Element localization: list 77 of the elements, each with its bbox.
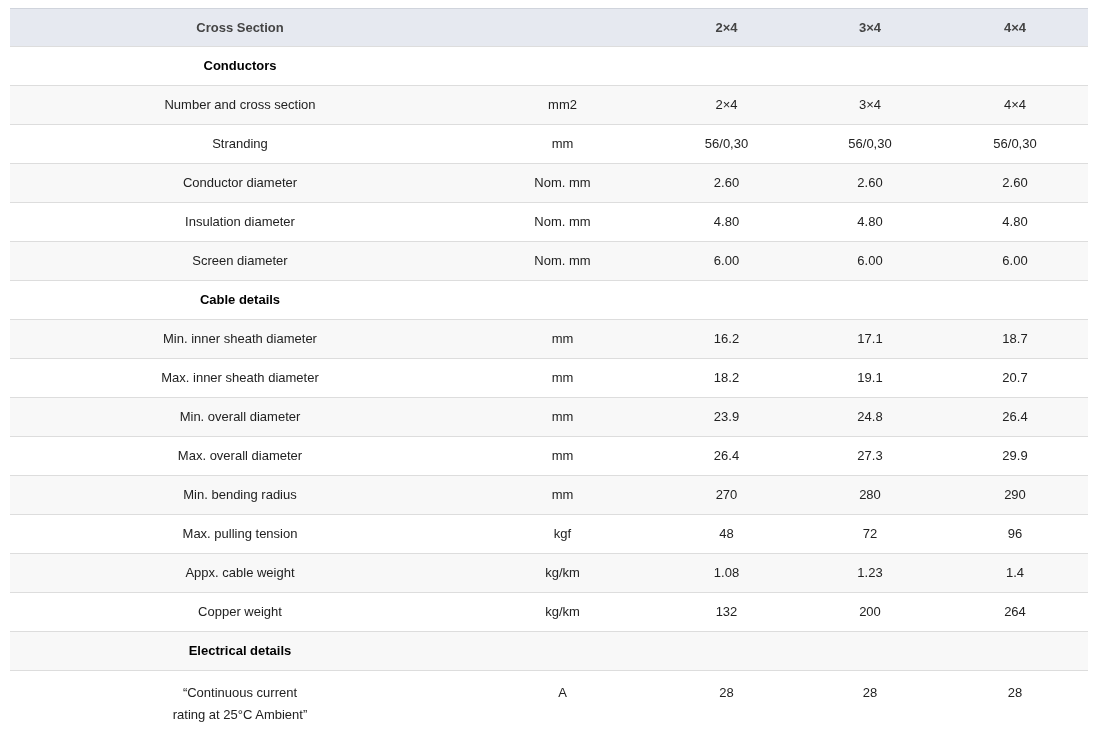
table-cell-text: Nom. mm [534,174,591,192]
section-heading: Electrical details [188,642,292,661]
table-cell-text: 1.08 [713,564,740,582]
table-cell-text: 28 [1007,684,1023,702]
table-cell-text: 18.2 [713,369,740,387]
section-heading: Cable details [199,291,281,310]
table-cell-text: 26.4 [1002,408,1028,426]
table-cell-text: Nom. mm [534,213,591,231]
column-header: 3×4 [858,18,882,37]
table-cell-text: 48 [719,525,734,543]
table-cell-text: 4.80 [713,213,740,231]
table-cell-text: Min. overall diameter [179,408,301,426]
table-cell-text: kgf [553,525,572,543]
table-cell-text: Appx. cable weight [185,564,295,582]
table-cell-text: 2×4 [715,96,738,114]
table-cell-text: Insulation diameter [185,213,295,231]
table-cell-text: 72 [862,525,878,543]
table-cell-text: Max. inner sheath diameter [161,369,319,387]
table-cell-text: mm [551,330,574,348]
table-cell-text: 4.80 [1002,213,1028,231]
table-cell-text: kg/km [545,603,580,621]
table-cell-text: 96 [1007,525,1023,543]
table-cell-text: 200 [859,603,881,621]
table-cell-text: 1.4 [1005,564,1025,582]
table-cell-text: Nom. mm [534,252,591,270]
table-cell-text: Copper weight [198,603,282,621]
table-cell-text: 16.2 [713,330,740,348]
table-cell-text: Min. inner sheath diameter [163,330,317,348]
table-cell-text: 24.8 [857,408,883,426]
table-cell-text: Number and cross section [164,96,316,114]
table-cell-text: 20.7 [1002,369,1028,387]
table-cell-text: 26.4 [713,447,740,465]
table-cell-text: mm [551,408,574,426]
table-cell-text: mm [551,486,574,504]
table-cell-text: 4.80 [857,213,883,231]
table-cell-text: 19.1 [857,369,883,387]
table-cell-text: Conductor diameter [182,174,298,192]
table-cell-text: 6.00 [1002,252,1028,270]
column-header: Cross Section [196,18,284,37]
table-cell-text: 270 [715,486,738,504]
table-cell-text: 3×4 [858,96,882,114]
table-cell-text: 132 [715,603,738,621]
table-cell-text: A [558,684,567,702]
table-cell-text: 2.60 [857,174,883,192]
table-cell-text: 6.00 [713,252,740,270]
table-cell-text: 28 [719,684,734,702]
column-header: 2×4 [715,18,738,37]
table-cell-text: 56/0,30 [848,135,892,153]
table-cell-text: 2.60 [713,174,740,192]
table-cell-text: 2.60 [1002,174,1028,192]
table-cell-text: 6.00 [857,252,883,270]
table-cell-text: mm [551,369,574,387]
table-cell-text: 280 [859,486,881,504]
table-cell-text: 4×4 [1003,96,1027,114]
table-cell-text: Screen diameter [192,252,288,270]
table-cell-text: 56/0,30 [704,135,749,153]
table-cell-text: 1.23 [857,564,883,582]
table-cell-text: 264 [1004,603,1026,621]
table-cell-text: “Continuous current rating at 25°C Ambient” [172,684,308,724]
table-cell-text: mm [551,447,574,465]
table-cell-text: 29.9 [1002,447,1028,465]
column-header: 4×4 [1003,18,1027,37]
table-cell-text: mm2 [548,96,577,114]
table-cell-text: 23.9 [713,408,740,426]
table-cell-text: Min. bending radius [183,486,297,504]
table-cell-text: mm [551,135,574,153]
table-cell-text: 28 [862,684,878,702]
table-cell-text: 290 [1004,486,1026,504]
table-cell-text: Stranding [212,135,268,153]
table-cell-text: 18.7 [1002,330,1028,348]
table-cell-text: 27.3 [857,447,883,465]
table-cell-text: Max. pulling tension [182,525,298,543]
section-heading: Conductors [203,57,277,76]
table-cell-text: 56/0,30 [993,135,1037,153]
table-cell-text: Max. overall diameter [177,447,303,465]
table-cell-text: 17.1 [857,330,883,348]
table-cell-text: kg/km [545,564,580,582]
